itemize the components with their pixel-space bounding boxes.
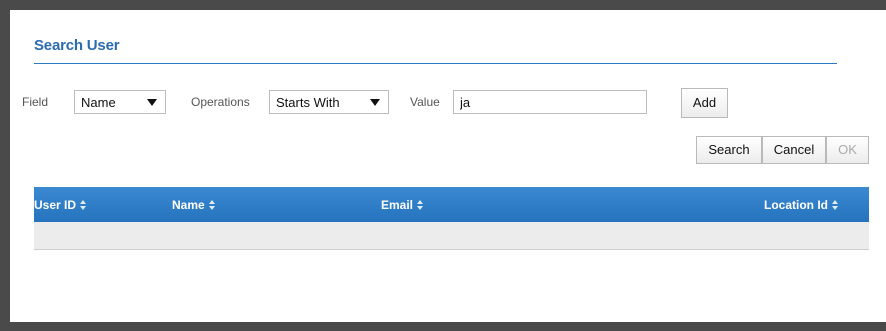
- value-input[interactable]: [453, 90, 647, 114]
- column-name[interactable]: Name: [172, 198, 215, 212]
- sort-icon: [80, 200, 87, 210]
- column-email[interactable]: Email: [381, 198, 424, 212]
- search-user-dialog: Search User Field Name Operations Starts…: [10, 10, 886, 322]
- sort-icon: [208, 200, 215, 210]
- operations-label: Operations: [191, 95, 250, 109]
- cancel-button[interactable]: Cancel: [762, 136, 826, 164]
- ok-button[interactable]: OK: [826, 136, 869, 164]
- column-label: Location Id: [764, 198, 828, 212]
- sort-icon: [832, 200, 838, 210]
- column-label: User ID: [34, 198, 77, 212]
- empty-table-row: [34, 222, 869, 250]
- caret-down-icon: [370, 99, 380, 106]
- field-select-value: Name: [81, 95, 116, 110]
- operations-select[interactable]: Starts With: [269, 90, 389, 114]
- users-grid-header: User ID Name Email Location Id: [34, 187, 869, 222]
- column-user-id[interactable]: User ID: [34, 198, 87, 212]
- column-location-id[interactable]: Location Id: [764, 198, 838, 212]
- value-label: Value: [410, 95, 440, 109]
- caret-down-icon: [147, 99, 157, 106]
- field-select[interactable]: Name: [74, 90, 166, 114]
- add-button[interactable]: Add: [681, 88, 728, 118]
- sort-icon: [417, 200, 424, 210]
- dialog-title: Search User: [34, 37, 120, 54]
- column-label: Email: [381, 198, 414, 212]
- title-divider: [34, 63, 837, 64]
- search-button[interactable]: Search: [696, 136, 762, 164]
- column-label: Name: [172, 198, 205, 212]
- field-label: Field: [22, 95, 49, 109]
- operations-select-value: Starts With: [276, 95, 340, 110]
